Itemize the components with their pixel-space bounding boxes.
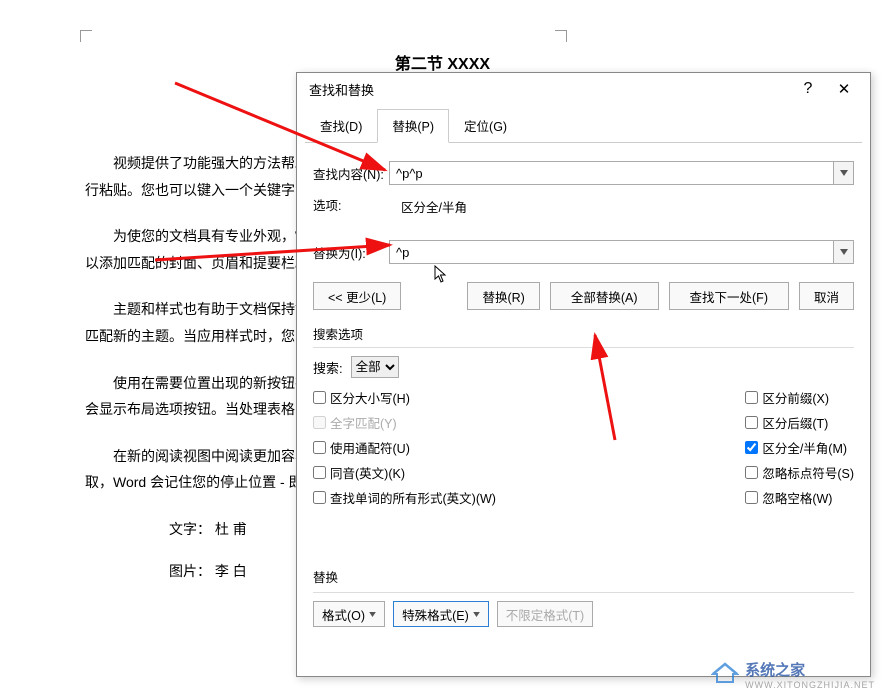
match-fullhalf-checkbox[interactable]: 区分全/半角(M): [745, 438, 854, 457]
replace-dropdown-button[interactable]: [834, 240, 854, 264]
replace-with-input[interactable]: [389, 240, 834, 264]
watermark-url: WWW.XITONGZHIJIA.NET: [745, 680, 875, 690]
find-dropdown-button[interactable]: [834, 161, 854, 185]
page-corner-tr: [555, 30, 567, 42]
search-direction-select[interactable]: 全部: [351, 356, 399, 378]
search-options-label: 搜索选项: [313, 324, 854, 343]
whole-word-checkbox: 全字匹配(Y): [313, 413, 745, 432]
replace-with-label: 替换为(I):: [313, 243, 389, 262]
watermark: 系统之家 WWW.XITONGZHIJIA.NET: [711, 659, 875, 690]
match-prefix-checkbox[interactable]: 区分前缀(X): [745, 388, 854, 407]
use-wildcards-checkbox[interactable]: 使用通配符(U): [313, 438, 745, 457]
tab-replace[interactable]: 替换(P): [377, 109, 449, 143]
dialog-tabstrip: 查找(D) 替换(P) 定位(G): [305, 109, 862, 143]
credit-name: 李 白: [215, 563, 247, 579]
options-label: 选项:: [313, 195, 389, 214]
find-what-input[interactable]: [389, 161, 834, 185]
tab-find[interactable]: 查找(D): [305, 109, 377, 142]
credit-label: 图片：: [169, 563, 211, 579]
help-button[interactable]: ?: [790, 80, 826, 98]
match-case-checkbox[interactable]: 区分大小写(H): [313, 388, 745, 407]
options-value: 区分全/半角: [389, 195, 479, 218]
ignore-space-checkbox[interactable]: 忽略空格(W): [745, 488, 854, 507]
less-button[interactable]: << 更少(L): [313, 282, 401, 310]
house-icon: [711, 662, 739, 687]
credit-name: 杜 甫: [215, 521, 247, 537]
close-button[interactable]: ✕: [826, 80, 862, 98]
all-word-forms-checkbox[interactable]: 查找单词的所有形式(英文)(W): [313, 488, 745, 507]
special-format-button[interactable]: 特殊格式(E): [393, 601, 489, 627]
watermark-brand: 系统之家: [745, 659, 875, 680]
credit-label: 文字：: [169, 521, 211, 537]
page-corner-tl: [80, 30, 92, 42]
match-suffix-checkbox[interactable]: 区分后缀(T): [745, 413, 854, 432]
ignore-punct-checkbox[interactable]: 忽略标点符号(S): [745, 463, 854, 482]
dialog-title: 查找和替换: [305, 80, 790, 99]
format-button[interactable]: 格式(O): [313, 601, 385, 627]
replace-button[interactable]: 替换(R): [467, 282, 539, 310]
search-direction-label: 搜索:: [313, 358, 343, 377]
find-next-button[interactable]: 查找下一处(F): [669, 282, 789, 310]
cursor-icon: [434, 265, 448, 286]
replace-section-label: 替换: [313, 567, 854, 586]
dialog-titlebar[interactable]: 查找和替换 ? ✕: [297, 73, 870, 105]
replace-all-button[interactable]: 全部替换(A): [550, 282, 659, 310]
find-what-label: 查找内容(N):: [313, 164, 389, 183]
sounds-like-checkbox[interactable]: 同音(英文)(K): [313, 463, 745, 482]
cancel-button[interactable]: 取消: [799, 282, 854, 310]
no-format-button: 不限定格式(T): [497, 601, 593, 627]
tab-goto[interactable]: 定位(G): [449, 109, 522, 142]
find-replace-dialog: 查找和替换 ? ✕ 查找(D) 替换(P) 定位(G) 查找内容(N): 选项:…: [296, 72, 871, 677]
